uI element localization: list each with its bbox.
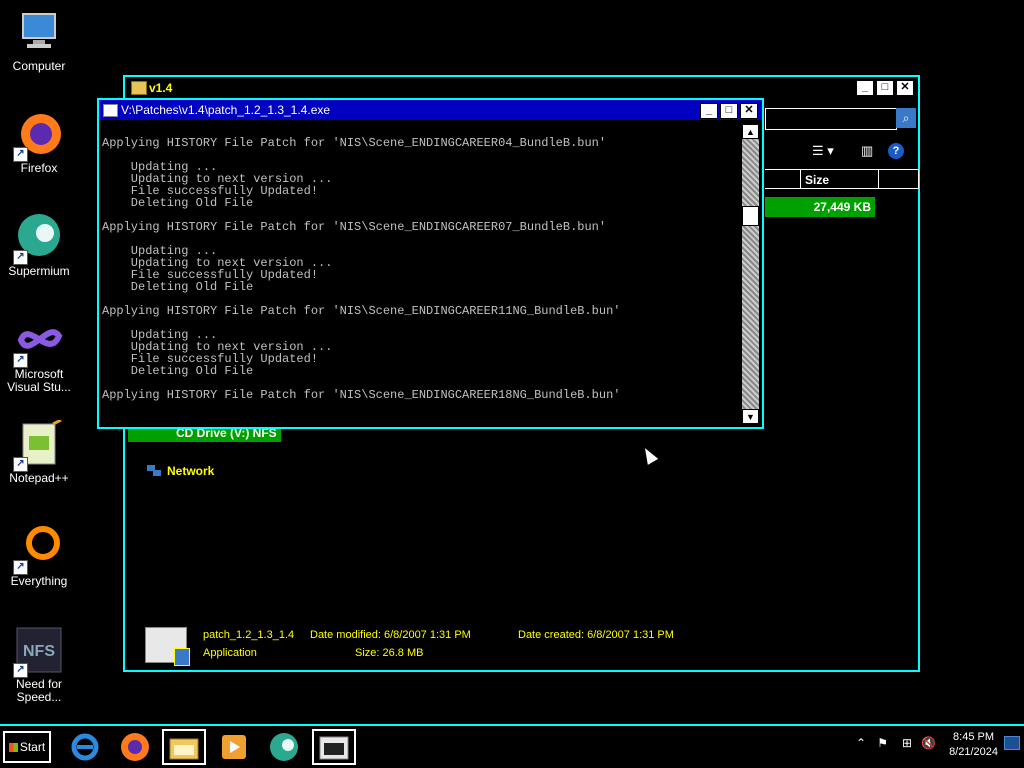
- console-icon: [103, 104, 118, 117]
- shortcut-arrow-icon: ↗: [13, 353, 28, 368]
- console-titlebar[interactable]: V:\Patches\v1.4\patch_1.2_1.3_1.4.exe _ …: [99, 100, 762, 120]
- column-header-blank[interactable]: [765, 169, 801, 189]
- application-file-icon: [145, 627, 190, 666]
- desktop-icon-everything[interactable]: ↗ Everything: [0, 523, 78, 588]
- media-player-icon: [222, 735, 246, 759]
- help-icon[interactable]: ?: [888, 143, 904, 159]
- console-scrollbar[interactable]: ▲ ▼: [742, 124, 759, 424]
- scroll-down-button[interactable]: ▼: [742, 409, 759, 424]
- maximize-button[interactable]: □: [876, 80, 894, 96]
- console-line: Deleting Old File: [102, 364, 254, 378]
- view-options-icon[interactable]: ☰ ▾: [812, 143, 834, 159]
- console-line: Applying HISTORY File Patch for 'NIS\Sce…: [102, 304, 621, 318]
- desktop-icon-visual-studio[interactable]: ↗ Microsoft Visual Stu...: [0, 316, 78, 394]
- supermium-icon: ↗: [13, 213, 63, 265]
- start-label: Start: [19, 740, 46, 754]
- internet-explorer-icon: [71, 733, 99, 761]
- volume-muted-icon[interactable]: 🔇: [921, 736, 936, 750]
- console-window[interactable]: V:\Patches\v1.4\patch_1.2_1.3_1.4.exe _ …: [97, 98, 764, 429]
- scroll-up-button[interactable]: ▲: [742, 124, 759, 139]
- supermium-icon: [270, 733, 298, 761]
- taskbar-supermium[interactable]: [262, 729, 306, 765]
- desktop-icon-firefox[interactable]: ↗ Firefox: [0, 110, 78, 175]
- close-button[interactable]: ✕: [896, 80, 914, 96]
- file-explorer-icon: [169, 738, 199, 760]
- console-output: Applying HISTORY File Patch for 'NIS\Sce…: [102, 125, 742, 425]
- maximize-button[interactable]: □: [720, 103, 738, 119]
- column-header-extra[interactable]: [879, 169, 919, 189]
- console-line: Applying HISTORY File Patch for 'NIS\Sce…: [102, 136, 607, 150]
- console-line: Applying HISTORY File Patch for 'NIS\Sce…: [102, 220, 607, 234]
- action-center-flag-icon[interactable]: ⚑: [877, 736, 888, 750]
- details-date-created: Date created: 6/8/2007 1:31 PM: [518, 629, 674, 641]
- details-type: Application: [203, 647, 257, 659]
- desktop-icon-label: Notepad++: [9, 471, 69, 485]
- firefox-icon: [121, 733, 149, 761]
- visual-studio-icon: ↗: [13, 316, 63, 368]
- console-icon: [319, 736, 349, 760]
- column-header-size[interactable]: Size: [801, 169, 879, 189]
- windows-logo-icon: [8, 743, 18, 753]
- taskbar-file-explorer[interactable]: [162, 729, 206, 765]
- svg-text:NFS: NFS: [23, 643, 55, 660]
- taskbar: Start ⌃ ⚑ ⊞ 🔇 8:45 PM 8/21/2024: [0, 724, 1024, 768]
- shortcut-arrow-icon: ↗: [13, 560, 28, 575]
- minimize-button[interactable]: _: [856, 80, 874, 96]
- preview-pane-icon[interactable]: ▥: [861, 143, 873, 159]
- start-button[interactable]: Start: [3, 731, 51, 763]
- desktop-icon-computer[interactable]: Computer: [0, 8, 78, 73]
- firefox-icon: ↗: [13, 110, 63, 162]
- clock-date: 8/21/2024: [949, 746, 998, 758]
- close-button[interactable]: ✕: [740, 103, 758, 119]
- file-size-cell: 27,449 KB: [765, 197, 875, 217]
- taskbar-firefox[interactable]: [113, 729, 157, 765]
- nfs-icon: NFS ↗: [13, 626, 63, 678]
- shortcut-arrow-icon: ↗: [13, 457, 28, 472]
- console-line: Deleting Old File: [102, 280, 254, 294]
- computer-icon: [15, 8, 63, 56]
- network-icon: [147, 464, 161, 476]
- desktop-icon-nfs[interactable]: NFS ↗ Need for Speed...: [0, 626, 78, 704]
- search-input[interactable]: [765, 108, 897, 130]
- details-size: Size: 26.8 MB: [355, 647, 424, 659]
- uac-shield-icon: [174, 648, 190, 666]
- clock-time: 8:45 PM: [953, 731, 995, 743]
- search-icon[interactable]: ⌕: [896, 108, 916, 128]
- folder-icon: [131, 81, 147, 95]
- nav-item-network[interactable]: Network: [167, 464, 214, 478]
- show-desktop-button[interactable]: [1004, 736, 1020, 750]
- desktop-icon-notepadpp[interactable]: ↗ Notepad++: [0, 418, 78, 485]
- details-date-modified: Date modified: 6/8/2007 1:31 PM: [310, 629, 471, 641]
- shortcut-arrow-icon: ↗: [13, 147, 28, 162]
- desktop-icon-supermium[interactable]: ↗ Supermium: [0, 213, 78, 278]
- taskbar-media-player[interactable]: [212, 729, 256, 765]
- show-hidden-icons-icon[interactable]: ⌃: [856, 736, 866, 750]
- clock[interactable]: 8:45 PM 8/21/2024: [949, 730, 998, 760]
- taskbar-console[interactable]: [312, 729, 356, 765]
- desktop-icon-label: Computer: [12, 59, 66, 73]
- console-line: Deleting Old File: [102, 196, 254, 210]
- minimize-button[interactable]: _: [700, 103, 718, 119]
- details-pane: patch_1.2_1.3_1.4 Date modified: 6/8/200…: [125, 617, 918, 672]
- shortcut-arrow-icon: ↗: [13, 663, 28, 678]
- notepadpp-icon: ↗: [13, 418, 63, 472]
- desktop-icon-label: Supermium: [8, 264, 70, 278]
- desktop-icon-label: Everything: [10, 574, 68, 588]
- scroll-thumb[interactable]: [742, 206, 759, 226]
- details-filename: patch_1.2_1.3_1.4: [203, 629, 295, 641]
- desktop-icon-label: Need for Speed...: [15, 677, 63, 704]
- desktop-icon-label: Firefox: [20, 161, 58, 175]
- network-tray-icon[interactable]: ⊞: [902, 736, 912, 750]
- taskbar-internet-explorer[interactable]: [63, 729, 107, 765]
- explorer-titlebar[interactable]: v1.4 _ □ ✕: [125, 77, 918, 99]
- everything-icon: ↗: [13, 523, 63, 575]
- explorer-title: v1.4: [149, 81, 173, 95]
- desktop-icon-label: Microsoft Visual Stu...: [7, 367, 71, 394]
- console-line: Applying HISTORY File Patch for 'NIS\Sce…: [102, 388, 621, 402]
- shortcut-arrow-icon: ↗: [13, 250, 28, 265]
- console-title: V:\Patches\v1.4\patch_1.2_1.3_1.4.exe: [121, 103, 331, 117]
